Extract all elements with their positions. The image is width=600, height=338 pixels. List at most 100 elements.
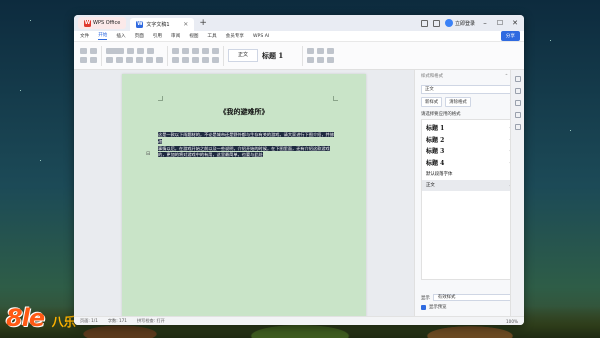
grow-font-icon[interactable] [137, 48, 144, 54]
new-tab-button[interactable]: + [199, 18, 207, 28]
zoom-level[interactable]: 100% [506, 319, 524, 324]
tab-label: 文字文稿1 [146, 22, 170, 28]
word-count[interactable]: 字数: 171 [108, 318, 127, 324]
italic-icon[interactable] [116, 57, 123, 63]
sort-icon[interactable] [212, 48, 219, 54]
preview-checkbox[interactable] [421, 304, 426, 310]
style-name: 标题 3 [426, 148, 445, 156]
style-item-heading1[interactable]: 标题 1 ↵ [422, 122, 517, 134]
picture-icon[interactable] [327, 57, 334, 63]
apps-icon[interactable] [432, 19, 440, 27]
close-icon[interactable]: ✕ [183, 21, 188, 28]
page-count[interactable]: 页面: 1/1 [80, 318, 98, 324]
body-line: 的，更加的将对游戏中的有用，这里最简单，也要与此处 [158, 152, 263, 158]
paste-icon[interactable] [80, 48, 87, 54]
menu-wps-ai[interactable]: WPS AI [253, 34, 269, 39]
menu-file[interactable]: 文件 [80, 33, 89, 39]
document-body[interactable]: 这是一款以下雨题材的，不论是城市还是野外都与生存有关的游戏，请大家进行下图介绍，… [158, 132, 338, 159]
menu-member[interactable]: 会员专享 [226, 33, 244, 39]
menu-view[interactable]: 视图 [189, 33, 198, 39]
style-item-default-font[interactable]: 默认段落字体 a [422, 168, 517, 180]
star [40, 160, 41, 161]
bold-icon[interactable] [106, 57, 113, 63]
workspace: 《我的避难所》 ⊟ 这是一款以下雨题材的，不论是城市还是野外都与生存有关的游戏，… [74, 70, 524, 325]
close-window-button[interactable]: ✕ [510, 19, 520, 27]
shape-icon[interactable] [514, 100, 521, 106]
numbering-icon[interactable] [182, 48, 189, 54]
copy-icon[interactable] [80, 57, 87, 63]
underline-icon[interactable] [126, 57, 133, 63]
spell-check[interactable]: 拼写检查: 打开 [137, 318, 165, 324]
style-heading1-button[interactable]: 标题 1 [262, 49, 298, 62]
align-center-icon[interactable] [182, 57, 189, 63]
strikethrough-icon[interactable] [136, 57, 143, 63]
style-list-label: 请选择要应用的格式 [421, 112, 461, 117]
minimize-button[interactable]: – [480, 19, 490, 27]
document-page[interactable]: 《我的避难所》 ⊟ 这是一款以下雨题材的，不论是城市还是野外都与生存有关的游戏，… [122, 74, 366, 325]
star [550, 40, 551, 41]
divider [302, 45, 303, 66]
menu-bar: 文件 开始 插入 页面 引用 审阅 视图 工具 会员专享 WPS AI 分享 [74, 31, 524, 42]
menu-reference[interactable]: 引用 [153, 33, 162, 39]
new-style-button[interactable]: 新样式 [421, 97, 443, 107]
menu-insert[interactable]: 插入 [116, 33, 125, 39]
indent-icon[interactable] [192, 48, 199, 54]
layout-icon[interactable] [307, 57, 314, 63]
style-item-heading3[interactable]: 标题 3 ↵ [422, 145, 517, 157]
show-label: 显示 [421, 295, 430, 301]
style-name: 标题 4 [426, 159, 445, 167]
edit-group [307, 48, 334, 63]
table-icon[interactable] [317, 57, 324, 63]
font-color-icon[interactable] [146, 57, 153, 63]
menu-page[interactable]: 页面 [135, 33, 144, 39]
menu-review[interactable]: 审阅 [171, 33, 180, 39]
style-icon[interactable] [514, 76, 521, 82]
title-bar: W WPS Office W 文字文稿1 ✕ + 立即登录 – ☐ ✕ [74, 15, 524, 31]
highlight-icon[interactable] [156, 57, 163, 63]
clear-format-button[interactable]: 清除格式 [445, 97, 471, 107]
ribbon-toolbar: 正文 标题 1 [74, 42, 524, 70]
tab-label: WPS Office [93, 20, 121, 26]
shrink-font-icon[interactable] [147, 48, 154, 54]
user-label: 立即登录 [454, 20, 475, 27]
font-family-select[interactable] [106, 48, 124, 54]
settings-icon[interactable] [514, 124, 521, 130]
style-item-heading2[interactable]: 标题 2 ↵ [422, 134, 517, 146]
watermark-logo: 8le [6, 304, 45, 332]
find-icon[interactable] [307, 48, 314, 54]
style-normal-button[interactable]: 正文 [228, 49, 258, 62]
panel-buttons: 新样式 清除格式 [421, 97, 518, 107]
divider [167, 45, 168, 66]
format-painter-icon[interactable] [90, 57, 97, 63]
maximize-button[interactable]: ☐ [495, 19, 505, 27]
current-style-select[interactable]: 正文 [421, 85, 518, 94]
panel-footer: 显示 有效样式 显示预览 [421, 291, 518, 310]
show-select[interactable]: 有效样式 [432, 294, 518, 301]
tab-document[interactable]: W 文字文稿1 ✕ [130, 18, 195, 31]
align-left-icon[interactable] [172, 57, 179, 63]
tab-wps-office[interactable]: W WPS Office [78, 17, 127, 29]
document-title[interactable]: 《我的避难所》 [122, 107, 366, 117]
pen-icon[interactable] [514, 112, 521, 118]
menu-tools[interactable]: 工具 [207, 33, 216, 39]
replace-icon[interactable] [317, 48, 324, 54]
select-icon[interactable] [327, 48, 334, 54]
panel-title: 样式和格式 [421, 74, 443, 79]
bullets-icon[interactable] [172, 48, 179, 54]
line-spacing-icon[interactable] [212, 57, 219, 63]
font-group [106, 48, 163, 63]
avatar [444, 19, 453, 27]
style-item-normal[interactable]: 正文 ↵ [422, 179, 517, 191]
font-size-select[interactable] [127, 48, 134, 54]
select-icon[interactable] [514, 88, 521, 94]
align-right-icon[interactable] [192, 57, 199, 63]
menu-home[interactable]: 开始 [98, 32, 108, 40]
style-item-heading4[interactable]: 标题 4 ↵ [422, 157, 517, 169]
wps-logo-icon: W [84, 19, 91, 27]
layout-icon[interactable] [420, 19, 428, 27]
justify-icon[interactable] [202, 57, 209, 63]
outdent-icon[interactable] [202, 48, 209, 54]
share-button[interactable]: 分享 [500, 31, 520, 41]
login-button[interactable]: 立即登录 [444, 19, 475, 27]
cut-icon[interactable] [90, 48, 97, 54]
